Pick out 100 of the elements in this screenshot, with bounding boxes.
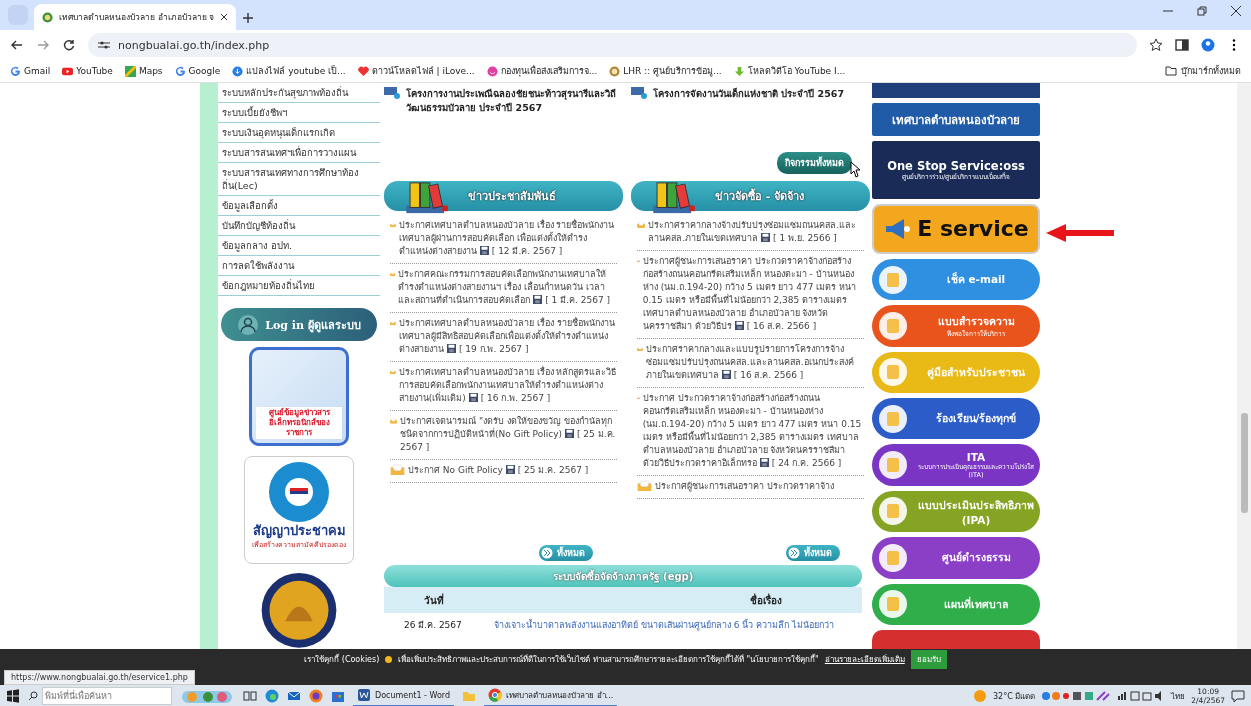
service-badge-icon: [878, 450, 908, 481]
login-banner[interactable]: Log in ผู้ดูแลระบบ: [221, 308, 377, 342]
close-icon[interactable]: [1231, 6, 1241, 16]
news-link[interactable]: ประกาศราคากลางจ้างปรับปรุงซ่อมแซมถนนคสล.และลานคสล.ภายในเขตเทศบาล [ 1 พ.ย. 2566 ]: [648, 219, 864, 245]
accept-button[interactable]: ยอมรับ: [910, 649, 947, 669]
restore-icon[interactable]: [1197, 6, 1207, 16]
news-link[interactable]: ประกาศราคากลางและแบบรูปรายการโครงการจ้างซ่อมแซมปรับปรุงถนนคสล.และลานคสล.อเนกประสงค์ภายในเขตเทศบาล [ 16 ส.ค. 2566 ]: [645, 343, 864, 382]
search-icon: [28, 691, 38, 701]
taskbar-app[interactable]: Document1 - Word: [353, 685, 455, 706]
scrollbar-thumb[interactable]: [1240, 413, 1248, 513]
news-link[interactable]: ประกาศเทศบาลตำบลหนองบัวลาย เรื่อง หลักสูตรและวิธีการสอบคัดเลือกพนักงานเทศบาลให้ดำรงตำแหน่งต่างสายงาน(เพิ่มเติม) [ 16 ก.พ. 2567 ]: [398, 366, 617, 405]
news-link[interactable]: ประกาศผู้ชนะการเสนอราคา ประกวดราคาจ้างก่อสร้างก่อสร้างถนนคอนกรีตเสริมเหล็ก หนองตะมา - บ้านหนองห่าง (นม.ถ.194-20) กว้าง 5 เมตร ยาว 477 เมตร หนา 0.15 เมตร หรือมีพื้นที่ไม่น้อยกว่า 2,385 ตารางเมตร เทศบาลตำบลหนองบัวลาย อำเภอบัวลาย จังหวัดนครราชสีมา ด้วยวิธีปร [ 16 ส.ค. 2566 ]: [642, 255, 864, 333]
service-link[interactable]: ร้องเรียน/ร้องทุกข์: [872, 398, 1040, 440]
menu-item[interactable]: ระบบหลักประกันสุขภาพท้องถิ่น: [218, 83, 380, 103]
envelope-icon: [390, 464, 405, 476]
bookmark[interactable]: กองทุนเพื่อส่งเสริมการจ...: [486, 64, 598, 78]
bookmark[interactable]: YouTube: [62, 65, 113, 77]
mail-icon[interactable]: [287, 689, 301, 703]
user-icon: [237, 313, 260, 336]
menu-item[interactable]: ระบบสารสนเทศฯเพื่อการวางแผน: [218, 143, 380, 163]
table-cell-text: 26 มี.ค. 2567: [403, 619, 463, 632]
service-badge-icon: [878, 542, 908, 573]
status-url: https://www.nongbualai.go.th/eservice1.php: [4, 670, 195, 685]
banner-link[interactable]: เทศบาลตำบลหนองบัวลาย: [872, 103, 1040, 137]
monitor-icon: [631, 87, 647, 99]
cookie-link[interactable]: อ่านรายละเอียดเพิ่มเติม: [824, 652, 905, 666]
menu-item[interactable]: บันทึกบัญชีท้องถิ่น: [218, 216, 380, 236]
banner-image[interactable]: [872, 629, 1040, 649]
banner-image[interactable]: [872, 83, 1040, 99]
taskbar-app[interactable]: เทศบาลตำบลหนองบัวลาย อำ...: [484, 685, 618, 706]
envelope-icon: [637, 480, 652, 492]
bookmark[interactable]: Maps: [124, 65, 163, 77]
bookmark[interactable]: LHR :: ศูนย์บริการข้อมู...: [609, 64, 722, 78]
tray-icons-drawing[interactable]: [1041, 690, 1112, 702]
notification-icon[interactable]: [1231, 689, 1245, 703]
word-icon: [357, 688, 371, 702]
store-icon[interactable]: [331, 689, 345, 703]
bookmark[interactable]: โหลดวิดีโอ YouTube I...: [733, 64, 846, 78]
smiley-icon: [486, 65, 498, 77]
bookmark[interactable]: ดาวน์โหลดไฟล์ | iLove...: [357, 64, 475, 78]
menu-item[interactable]: ข้อกฎหมายท้องถิ่นไทย: [218, 276, 380, 296]
weather-text[interactable]: 32°C มีแดด: [993, 689, 1036, 703]
language-indicator[interactable]: ไทย: [1171, 689, 1186, 703]
sidebar-icon[interactable]: [1175, 38, 1189, 52]
news-link[interactable]: ประกาศเจตนารมณ์ "งดรับ งดให้ของขวัญ ของกำนัลทุกชนิดจากการปฏิบัติหน้าที่(No Gift Policy) [ 25 ม.ค. 2567 ]: [400, 415, 617, 454]
news-link[interactable]: ประกาศ ประกวดราคาจ้างก่อสร้างก่อสร้างถนนคอนกรีตเสริมเหล็ก หนองตะมา - บ้านหนองห่าง (นม.ถ.194-20) กว้าง 5 เมตร ยาว 477 เมตร หนา 0.15 เมตร หรือมีพื้นที่ไม่น้อยกว่า 2,385 ตารางเมตร เทศบาลตำบลหนองบัวลาย อำเภอบัวลาย จังหวัดนครราชสีมา ด้วยวิธีประกวดราคาอิเล็กทรอ [ 24 ก.ค. 2566 ]: [642, 392, 864, 470]
site-logo-icon: [42, 11, 53, 23]
browser-tab[interactable]: เทศบาลตำบลหนองบัวลาย อำเภอบัวลาย จ: [34, 4, 237, 30]
back-icon[interactable]: [10, 38, 24, 52]
bookmark[interactable]: Google: [174, 65, 221, 77]
bookmark[interactable]: แปลงไฟล์ youtube เป็...: [232, 64, 346, 78]
news-link[interactable]: ประกาศคณะกรรมการสอบคัดเลือกพนักงานเทศบาลให้ดำรงตำแหน่งต่างสายงานฯ เรื่อง เลื่อนกำหนดวัน เวลา และสถานที่ดำเนินการสอบคัดเลือก [ 1 มี.ค. 2567 ]: [398, 268, 617, 307]
map-icon: [124, 65, 136, 77]
play-icon: [62, 65, 74, 77]
service-badge-icon: [878, 310, 908, 341]
service-badge-icon: [878, 357, 908, 388]
menu-item[interactable]: ข้อมูลเลือกตั้ง: [218, 196, 380, 216]
browser-icon[interactable]: [309, 689, 323, 703]
edge-icon[interactable]: [265, 689, 279, 703]
project-link[interactable]: โครงการงานประเพณีฉลองชัยชนะท้าวสุรนารีและวิถีวัฒนธรรมบัวลาย ประจำปี 2567: [406, 87, 623, 115]
reload-icon[interactable]: [62, 38, 76, 52]
news-link[interactable]: ประกาศเทศบาลตำบลหนองบัวลาย เรื่อง รายชื่อพนักงานเทศบาลผู้มีสิทธิสอบคัดเลือกเพื่อแต่งตั้งให้ดำรงตำแหน่งต่างสายงาน [ 19 ก.พ. 2567 ]: [398, 317, 617, 356]
download-icon: [232, 65, 244, 77]
google-icon: [10, 65, 21, 77]
start-icon[interactable]: [6, 689, 20, 703]
download-arrow-icon: [733, 65, 745, 77]
service-link[interactable]: ศูนย์ดำรงธรรม: [872, 537, 1040, 579]
all-activities-button[interactable]: กิจกรรมทั้งหมด: [777, 152, 852, 174]
profile-icon[interactable]: [1201, 38, 1215, 52]
info-center-banner[interactable]: ศูนย์ข้อมูลข่าวสารอิเล็กทรอนิกส์ของราชการ: [249, 347, 349, 446]
emblem-drawing[interactable]: [260, 572, 338, 649]
column-header: ชื่อเรื่อง: [749, 592, 783, 608]
table-link[interactable]: จ้างเจาะน้ำบาดาลพลังงานแสงอาทิตย์ ขนาดเส้นผ่านศูนย์กลาง 6 นิ้ว ความลึก ไม่น้อยกว่า: [494, 618, 862, 632]
task-view-icon[interactable]: [243, 689, 257, 703]
address-bar[interactable]: nongbualai.go.th/index.php: [88, 33, 1137, 57]
news-link[interactable]: ประกาศผู้ชนะการเสนอราคา ประกวดราคาจ้าง: [655, 480, 834, 493]
bookmark[interactable]: Gmail: [10, 65, 51, 77]
section-header: ข่าวประชาสัมพันธ์: [384, 181, 623, 211]
seal-icon: [609, 65, 621, 77]
new-tab-icon[interactable]: [242, 12, 255, 24]
news-link[interactable]: ประกาศ No Gift Policy [ 25 ม.ค. 2567 ]: [408, 464, 589, 477]
service-badge-icon: [878, 403, 908, 434]
section-header: ระบบจัดซื้อจัดจ้างภาครัฐ (egp): [384, 565, 862, 587]
google-icon: [174, 65, 186, 77]
e-service-button[interactable]: E service: [872, 203, 1040, 254]
search-field[interactable]: พิมพ์ที่นี่เพื่อค้นหา: [42, 687, 172, 705]
star-icon[interactable]: [1149, 38, 1163, 52]
close-icon[interactable]: [220, 13, 229, 21]
monitor-icon: [384, 87, 400, 99]
service-badge-icon: [878, 496, 908, 527]
forward-icon[interactable]: [36, 38, 50, 52]
project-link[interactable]: โครงการจัดงานวันเด็กแห่งชาติ ประจำปี 2567: [653, 87, 845, 101]
all-bookmarks[interactable]: บุ๊กมาร์กทั้งหมด: [1165, 64, 1241, 78]
envelope-icon: [637, 219, 646, 231]
service-badge-icon: [878, 589, 908, 620]
news-link[interactable]: ประกาศเทศบาลตำบลหนองบัวลาย เรื่อง รายชื่อพนักงานเทศบาลผู้ผ่านการสอบคัดเลือก เพื่อแต่งตั้งให้ดำรงตำแหน่งต่างสายงาน [ 12 มี.ค. 2567 ]: [398, 219, 617, 258]
heart-icon: [357, 65, 369, 77]
double-chevron-icon: [541, 547, 553, 559]
cookie-dot-icon: [385, 655, 393, 663]
menu-item[interactable]: ระบบเบี้ยยังชีพฯ: [218, 103, 380, 123]
